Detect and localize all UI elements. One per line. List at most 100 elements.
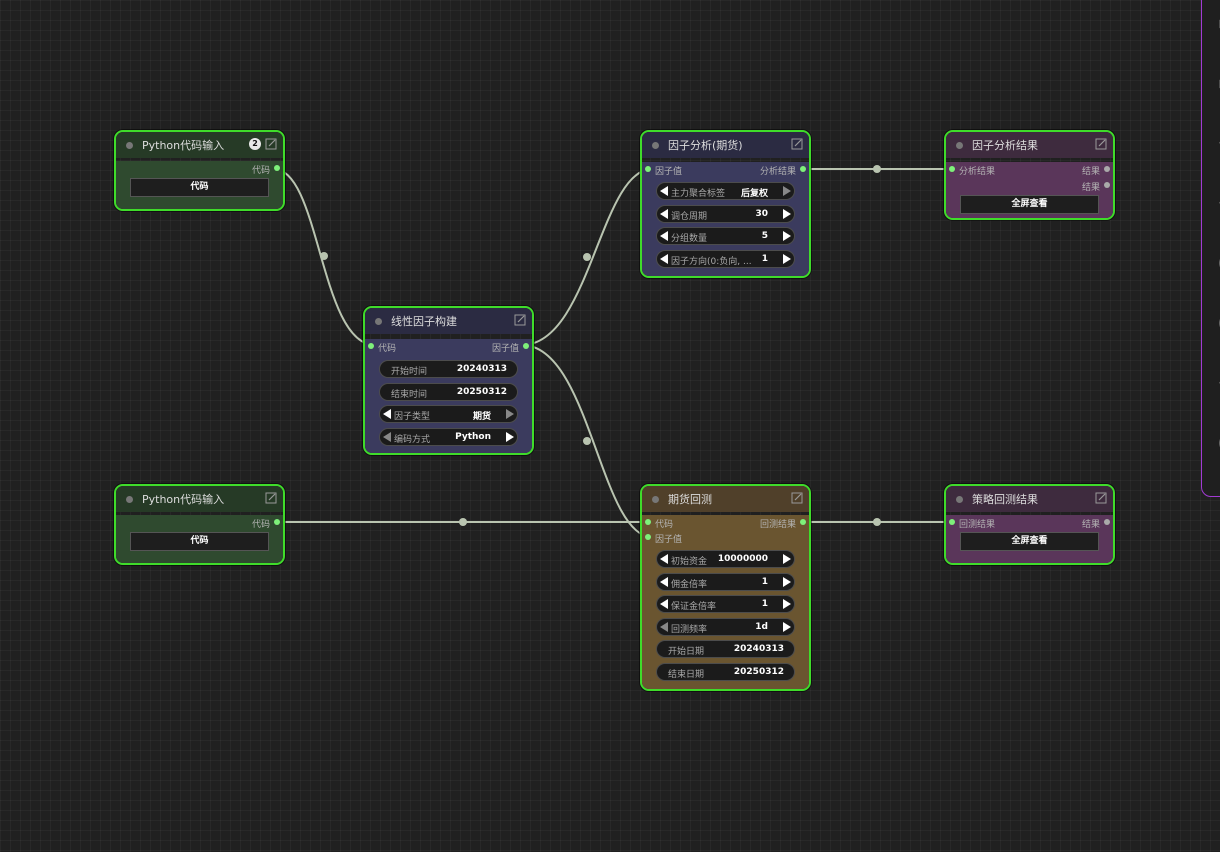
output-connector[interactable] — [1104, 519, 1110, 525]
linear-factor-node[interactable]: 线性因子构建 代码 因子值 开始时间 20240313 结束时间 2025031… — [363, 306, 534, 455]
node-header[interactable]: 因子分析(期货) — [642, 132, 809, 158]
collapse-dot-icon[interactable] — [652, 141, 659, 149]
wire-midpoint[interactable] — [583, 253, 591, 261]
decrement-arrow-icon[interactable] — [660, 599, 668, 609]
margin-multiplier-stepper[interactable]: 保证金倍率 1 — [656, 595, 795, 613]
main-contract-label-combo[interactable]: 主力聚合标签 后复权 — [656, 182, 795, 200]
io-slot[interactable]: 代码 回测结果 — [642, 515, 809, 530]
fullscreen-view-button[interactable]: 全屏查看 — [960, 195, 1099, 214]
increment-arrow-icon[interactable] — [783, 231, 791, 241]
code-button[interactable]: 代码 — [130, 532, 269, 551]
decrement-arrow-icon[interactable] — [660, 554, 668, 564]
decrement-arrow-icon[interactable] — [660, 208, 668, 219]
python-input-node-2[interactable]: Python代码输入 代码 代码 — [114, 484, 285, 565]
connection-wires — [273, 165, 956, 538]
increment-arrow-icon[interactable] — [783, 621, 791, 632]
input-connector[interactable] — [949, 519, 955, 525]
collapse-dot-icon[interactable] — [956, 141, 963, 149]
node-header[interactable]: Python代码输入 2 — [116, 132, 283, 158]
code-button[interactable]: 代码 — [130, 178, 269, 197]
edit-icon[interactable] — [265, 492, 277, 504]
increment-arrow-icon[interactable] — [506, 409, 514, 419]
increment-arrow-icon[interactable] — [783, 208, 791, 219]
factor-direction-stepper[interactable]: 因子方向(0:负向, ... 1 — [656, 249, 795, 268]
increment-arrow-icon[interactable] — [506, 431, 514, 442]
output-slot[interactable]: 代码 — [116, 515, 283, 530]
edit-icon[interactable] — [1095, 492, 1107, 504]
wire-midpoint[interactable] — [583, 437, 591, 445]
edit-icon[interactable] — [791, 492, 803, 504]
edit-icon[interactable] — [265, 138, 277, 150]
strategy-backtest-result-node[interactable]: 策略回测结果 回测结果 结果 全屏查看 — [944, 484, 1115, 565]
widget-value: 20240313 — [733, 644, 784, 654]
io-slot[interactable]: 代码 因子值 — [365, 339, 532, 354]
io-slot[interactable]: 因子值 分析结果 — [642, 162, 809, 177]
rebalance-period-stepper[interactable]: 调仓周期 30 — [656, 204, 795, 223]
output-connector[interactable] — [800, 166, 806, 172]
decrement-arrow-icon[interactable] — [383, 409, 391, 419]
decrement-arrow-icon[interactable] — [660, 253, 668, 264]
fullscreen-view-button[interactable]: 全屏查看 — [960, 532, 1099, 551]
node-header[interactable]: 期货回测 — [642, 486, 809, 512]
collapse-dot-icon[interactable] — [956, 495, 963, 503]
slot-label: 代码 — [378, 344, 397, 354]
input-connector[interactable] — [368, 343, 374, 349]
decrement-arrow-icon[interactable] — [660, 621, 668, 632]
decrement-arrow-icon[interactable] — [660, 231, 668, 241]
increment-arrow-icon[interactable] — [783, 186, 791, 196]
decrement-arrow-icon[interactable] — [660, 576, 668, 587]
io-slot[interactable]: 回测结果 结果 — [946, 515, 1113, 530]
initial-capital-stepper[interactable]: 初始资金 10000000 — [656, 550, 795, 568]
io-slot[interactable]: 分析结果 结果 — [946, 162, 1113, 177]
python-input-node-1[interactable]: Python代码输入 2 代码 代码 — [114, 130, 285, 211]
node-header[interactable]: 线性因子构建 — [365, 308, 532, 334]
node-header[interactable]: Python代码输入 — [116, 486, 283, 512]
wire-midpoint[interactable] — [873, 518, 881, 526]
node-header[interactable]: 策略回测结果 — [946, 486, 1113, 512]
input-slot[interactable]: 因子值 — [642, 530, 809, 545]
encoding-combo[interactable]: 编码方式 Python — [379, 427, 518, 446]
output-slot[interactable]: 结果 — [946, 178, 1113, 193]
side-panel[interactable]: ▢ ▢ · · ( ( · ( — [1201, 0, 1220, 497]
output-connector[interactable] — [1104, 166, 1110, 172]
collapse-dot-icon[interactable] — [375, 317, 382, 325]
edit-icon[interactable] — [1095, 138, 1107, 150]
output-connector[interactable] — [800, 519, 806, 525]
factor-type-combo[interactable]: 因子类型 期货 — [379, 405, 518, 423]
output-connector[interactable] — [1104, 182, 1110, 188]
commission-multiplier-stepper[interactable]: 佣金倍率 1 — [656, 572, 795, 591]
slot-label: 回测结果 — [759, 520, 796, 530]
backtest-frequency-combo[interactable]: 回测频率 1d — [656, 617, 795, 636]
input-connector[interactable] — [645, 534, 651, 540]
input-connector[interactable] — [645, 519, 651, 525]
increment-arrow-icon[interactable] — [783, 253, 791, 264]
start-time-field[interactable]: 开始时间 20240313 — [379, 360, 518, 378]
decrement-arrow-icon[interactable] — [383, 431, 391, 442]
end-time-field[interactable]: 结束时间 20250312 — [379, 382, 518, 401]
group-count-stepper[interactable]: 分组数量 5 — [656, 227, 795, 245]
input-connector[interactable] — [645, 166, 651, 172]
factor-analysis-result-node[interactable]: 因子分析结果 分析结果 结果 结果 全屏查看 — [944, 130, 1115, 220]
decrement-arrow-icon[interactable] — [660, 186, 668, 196]
output-slot[interactable]: 代码 — [116, 161, 283, 176]
start-date-field[interactable]: 开始日期 20240313 — [656, 640, 795, 658]
increment-arrow-icon[interactable] — [783, 576, 791, 587]
output-connector[interactable] — [274, 165, 280, 171]
input-connector[interactable] — [949, 166, 955, 172]
factor-analysis-node[interactable]: 因子分析(期货) 因子值 分析结果 主力聚合标签 后复权 调仓周期 30 分组数… — [640, 130, 811, 278]
edit-icon[interactable] — [791, 138, 803, 150]
increment-arrow-icon[interactable] — [783, 554, 791, 564]
wire-midpoint[interactable] — [459, 518, 467, 526]
output-connector[interactable] — [523, 343, 529, 349]
increment-arrow-icon[interactable] — [783, 599, 791, 609]
end-date-field[interactable]: 结束日期 20250312 — [656, 662, 795, 681]
edit-icon[interactable] — [514, 314, 526, 326]
node-header[interactable]: 因子分析结果 — [946, 132, 1113, 158]
futures-backtest-node[interactable]: 期货回测 代码 回测结果 因子值 初始资金 10000000 佣金倍率 1 保证… — [640, 484, 811, 691]
collapse-dot-icon[interactable] — [652, 495, 659, 503]
wire-midpoint[interactable] — [320, 252, 328, 260]
collapse-dot-icon[interactable] — [126, 141, 133, 149]
collapse-dot-icon[interactable] — [126, 495, 133, 503]
output-connector[interactable] — [274, 519, 280, 525]
wire-midpoint[interactable] — [873, 165, 881, 173]
